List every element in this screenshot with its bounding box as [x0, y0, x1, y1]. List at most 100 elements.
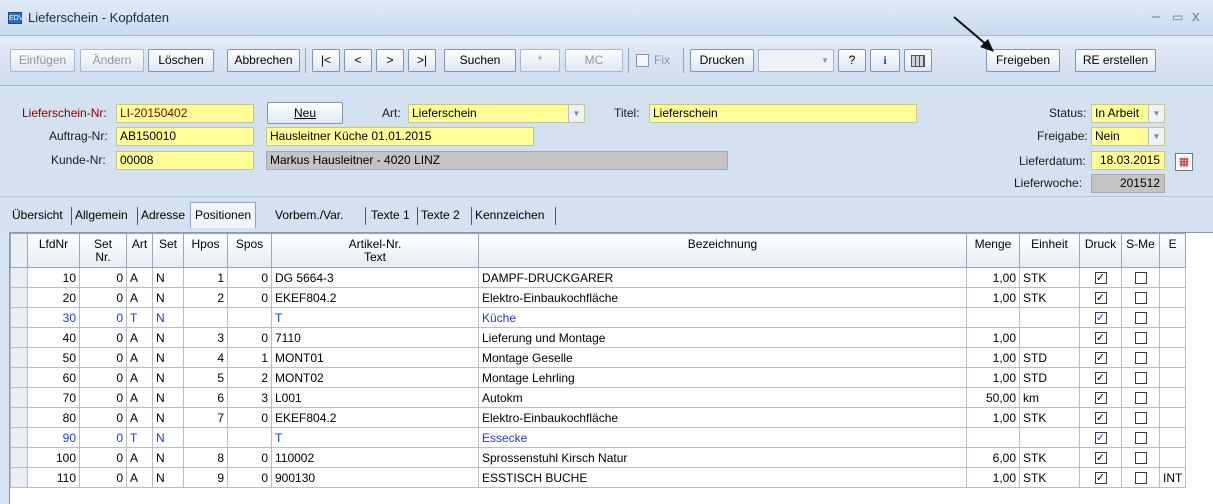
cell-artikel[interactable]: 110002	[271, 447, 479, 468]
sme-checkbox[interactable]	[1134, 292, 1147, 305]
cell-hpos[interactable]: 6	[183, 387, 228, 408]
cell-art[interactable]: A	[126, 267, 153, 288]
cell-spos[interactable]: 0	[227, 267, 272, 288]
cell-set[interactable]: N	[152, 267, 184, 288]
cell-spos[interactable]: 2	[227, 367, 272, 388]
sme-checkbox[interactable]	[1134, 312, 1147, 325]
cell-hpos[interactable]: 5	[183, 367, 228, 388]
cell-spos[interactable]: 0	[227, 327, 272, 348]
cell-spos[interactable]: 1	[227, 347, 272, 368]
sme-checkbox[interactable]	[1134, 272, 1147, 285]
tab-kennzeichen[interactable]: Kennzeichen	[475, 205, 544, 227]
table-row[interactable]: 60 0 A N 5 2 MONT02 Montage Lehrling 1,00 STD ✓	[10, 367, 1187, 388]
table-row[interactable]: 80 0 A N 7 0 EKEF804.2 Elektro-Einbaukochfläche…	[10, 407, 1187, 428]
cell-artikel[interactable]: EKEF804.2	[271, 287, 479, 308]
lieferschein-nr-field[interactable]: LI-20150402	[116, 104, 254, 123]
info-button[interactable]: i	[870, 49, 900, 72]
cell-hpos[interactable]: 9	[183, 467, 228, 488]
kunde-nr-field[interactable]: 00008	[116, 151, 254, 170]
col-bezeichnung[interactable]: Bezeichnung	[478, 233, 967, 268]
cell-hpos[interactable]: 1	[183, 267, 228, 288]
cell-einheit[interactable]	[1019, 327, 1080, 348]
cell-set-nr[interactable]: 0	[79, 287, 127, 308]
table-row[interactable]: 40 0 A N 3 0 7110 Lieferung und Montage 1,00 ✓	[10, 327, 1187, 348]
cell-extra[interactable]	[1158, 287, 1187, 308]
table-row[interactable]: 30 0 T N T Küche ✓	[10, 307, 1187, 328]
cell-hpos[interactable]: 4	[183, 347, 228, 368]
row-selector[interactable]	[10, 327, 28, 348]
cell-set[interactable]: N	[152, 427, 184, 448]
druck-checkbox[interactable]: ✓	[1094, 452, 1107, 465]
cell-set-nr[interactable]: 0	[79, 387, 127, 408]
cell-extra[interactable]	[1158, 347, 1187, 368]
row-selector[interactable]	[10, 387, 28, 408]
status-select[interactable]: In Arbeit ▼	[1091, 104, 1165, 123]
col-set[interactable]: Set	[152, 233, 184, 268]
cell-artikel[interactable]: EKEF804.2	[271, 407, 479, 428]
cell-artikel[interactable]: L001	[271, 387, 479, 408]
cell-bezeichnung[interactable]: Essecke	[478, 427, 967, 448]
col-einheit[interactable]: Einheit	[1019, 233, 1080, 268]
cell-bezeichnung[interactable]: Lieferung und Montage	[478, 327, 967, 348]
druck-checkbox[interactable]: ✓	[1094, 292, 1107, 305]
grid-view-button[interactable]	[904, 49, 932, 72]
cell-s-me[interactable]	[1121, 367, 1160, 388]
loeschen-button[interactable]: Löschen	[148, 49, 214, 72]
druck-checkbox[interactable]: ✓	[1094, 472, 1107, 485]
druck-checkbox[interactable]: ✓	[1094, 412, 1107, 425]
positions-grid[interactable]: LfdNr Set Nr. Art Set Hpos Spos Artikel-N…	[9, 232, 1213, 504]
maximize-icon[interactable]: ▭	[1172, 10, 1183, 24]
cell-artikel[interactable]: MONT02	[271, 367, 479, 388]
cell-set-nr[interactable]: 0	[79, 407, 127, 428]
cell-druck[interactable]: ✓	[1079, 327, 1122, 348]
druck-checkbox[interactable]: ✓	[1094, 312, 1107, 325]
help-button[interactable]: ?	[838, 49, 866, 72]
cell-einheit[interactable]: STK	[1019, 447, 1080, 468]
cell-menge[interactable]: 1,00	[966, 467, 1020, 488]
cell-art[interactable]: A	[126, 447, 153, 468]
druck-checkbox[interactable]: ✓	[1094, 372, 1107, 385]
cell-menge[interactable]: 50,00	[966, 387, 1020, 408]
cell-lfdnr[interactable]: 80	[27, 407, 80, 428]
table-row[interactable]: 90 0 T N T Essecke ✓	[10, 427, 1187, 448]
cell-s-me[interactable]	[1121, 347, 1160, 368]
re-erstellen-button[interactable]: RE erstellen	[1075, 49, 1156, 72]
cell-einheit[interactable]	[1019, 427, 1080, 448]
cell-einheit[interactable]: STD	[1019, 367, 1080, 388]
sme-checkbox[interactable]	[1134, 352, 1147, 365]
cell-s-me[interactable]	[1121, 407, 1160, 428]
cell-set[interactable]: N	[152, 287, 184, 308]
cell-extra[interactable]	[1158, 447, 1187, 468]
minimize-icon[interactable]: –	[1152, 8, 1160, 25]
cell-set-nr[interactable]: 0	[79, 307, 127, 328]
cell-art[interactable]: A	[126, 327, 153, 348]
cell-druck[interactable]: ✓	[1079, 347, 1122, 368]
cell-s-me[interactable]	[1121, 287, 1160, 308]
cell-set[interactable]: N	[152, 467, 184, 488]
cell-set[interactable]: N	[152, 387, 184, 408]
sme-checkbox[interactable]	[1134, 412, 1147, 425]
cell-extra[interactable]	[1158, 427, 1187, 448]
cell-druck[interactable]: ✓	[1079, 307, 1122, 328]
star-button[interactable]: *	[520, 49, 560, 72]
cell-spos[interactable]	[227, 427, 272, 448]
cell-hpos[interactable]: 8	[183, 447, 228, 468]
cell-lfdnr[interactable]: 90	[27, 427, 80, 448]
cell-art[interactable]: A	[126, 367, 153, 388]
druck-checkbox[interactable]: ✓	[1094, 432, 1107, 445]
cell-set-nr[interactable]: 0	[79, 327, 127, 348]
col-lfdnr[interactable]: LfdNr	[27, 233, 80, 268]
cell-extra[interactable]: INT	[1158, 467, 1187, 488]
cell-menge[interactable]: 1,00	[966, 267, 1020, 288]
sme-checkbox[interactable]	[1134, 392, 1147, 405]
tab-vorbem-var[interactable]: Vorbem./Var.	[275, 205, 343, 227]
cell-einheit[interactable]: STK	[1019, 287, 1080, 308]
cell-lfdnr[interactable]: 60	[27, 367, 80, 388]
cell-bezeichnung[interactable]: Küche	[478, 307, 967, 328]
table-row[interactable]: 10 0 A N 1 0 DG 5664-3 DAMPF-DRUCKGARER 1,00 STK ✓	[10, 267, 1187, 288]
cell-druck[interactable]: ✓	[1079, 407, 1122, 428]
cell-lfdnr[interactable]: 10	[27, 267, 80, 288]
cell-s-me[interactable]	[1121, 267, 1160, 288]
cell-menge[interactable]: 1,00	[966, 327, 1020, 348]
cell-einheit[interactable]: STK	[1019, 407, 1080, 428]
